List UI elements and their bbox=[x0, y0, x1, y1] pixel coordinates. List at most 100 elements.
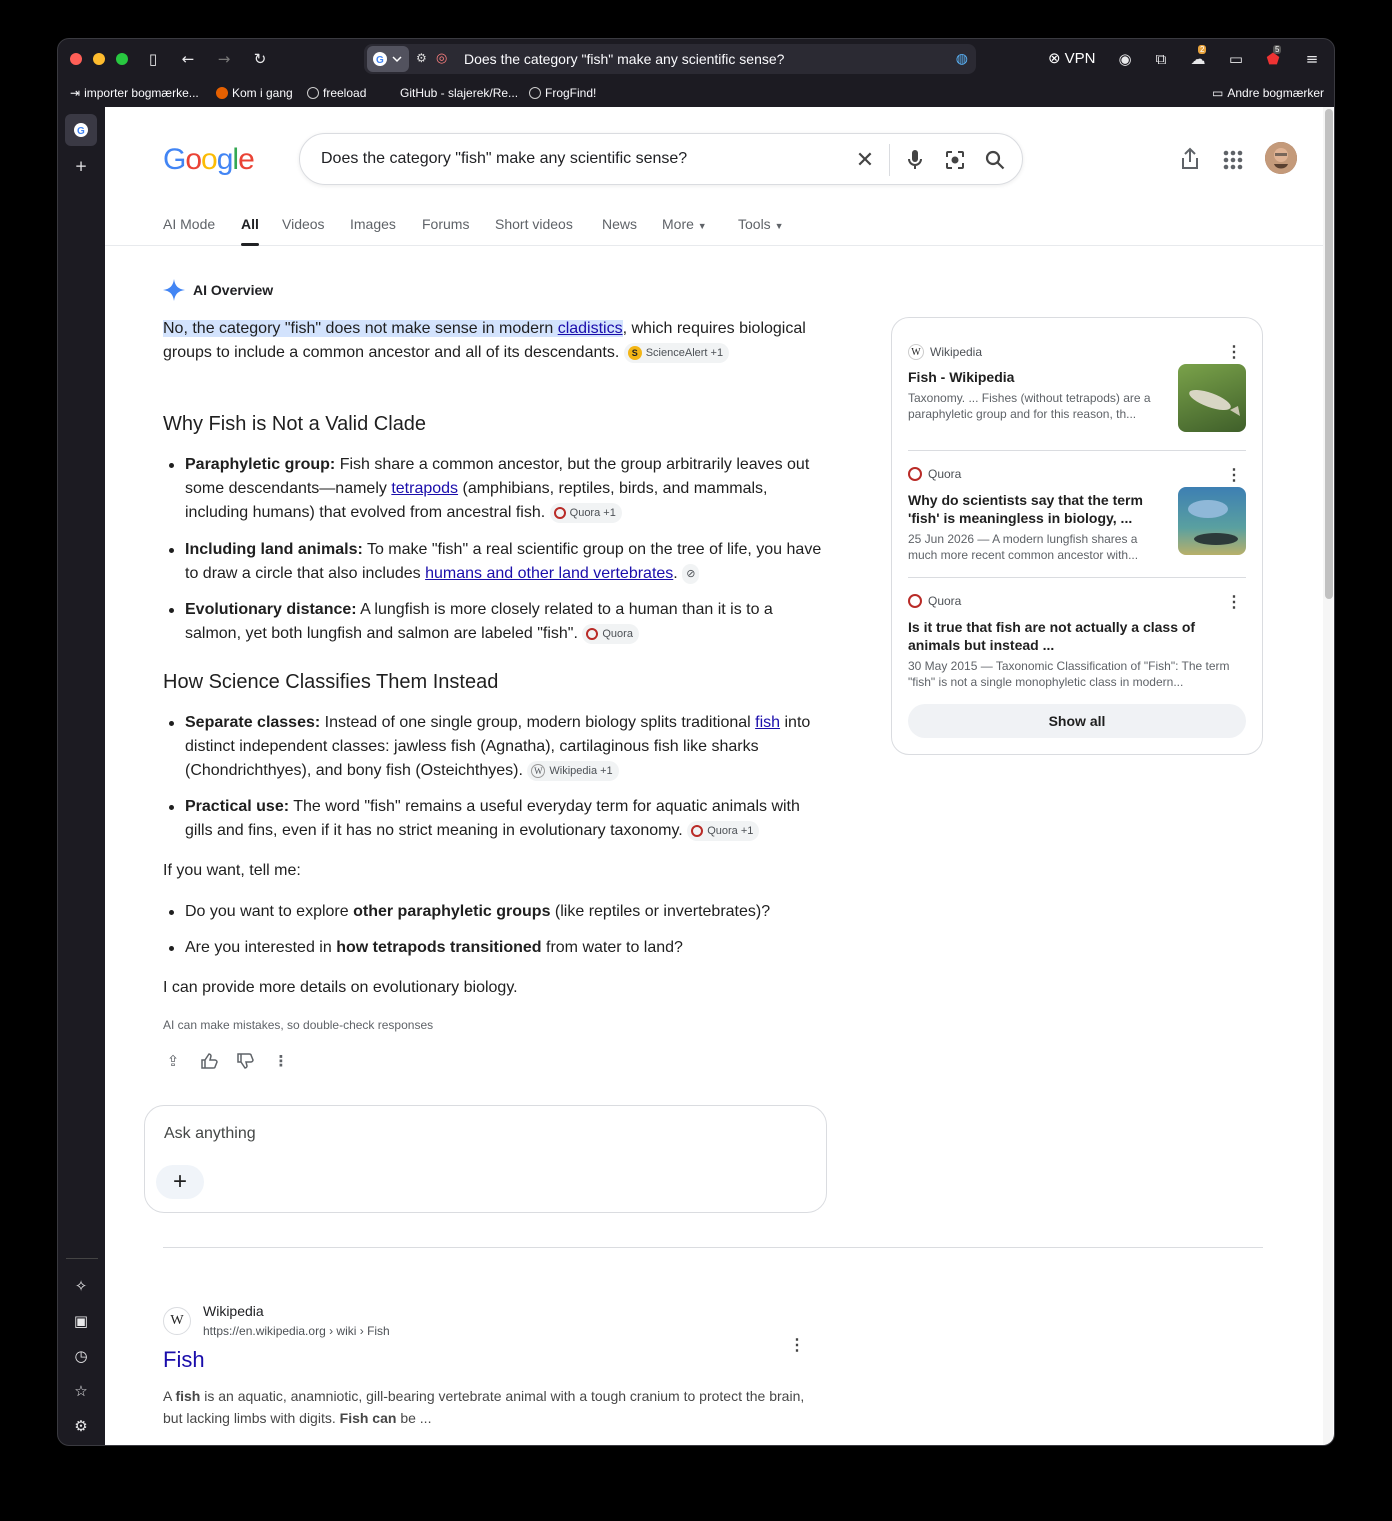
list-item: Including land animals: To make "fish" a… bbox=[169, 538, 825, 586]
extensions-icon[interactable]: ⧉ bbox=[1151, 49, 1171, 69]
land-vertebrates-link[interactable]: humans and other land vertebrates bbox=[425, 565, 673, 582]
menu-icon[interactable]: ≡ bbox=[1302, 49, 1322, 69]
wikipedia-icon: W bbox=[908, 344, 924, 360]
browser-sidebar: G + ✧ ▣ ◷ ☆ ⚙ bbox=[58, 107, 105, 1445]
source-title[interactable]: Why do scientists say that the term 'fis… bbox=[908, 491, 1163, 527]
translate-icon[interactable]: ◍ bbox=[956, 50, 968, 67]
vpn-button[interactable]: ⊗ VPN bbox=[1048, 49, 1095, 68]
tab-images[interactable]: Images bbox=[350, 216, 396, 232]
link-chip[interactable]: ⊘ bbox=[682, 563, 700, 584]
tab-forums[interactable]: Forums bbox=[422, 216, 469, 232]
disclaimer: AI can make mistakes, so double-check re… bbox=[163, 1018, 434, 1032]
search-query[interactable]: Does the category "fish" make any scient… bbox=[321, 150, 687, 168]
avatar[interactable] bbox=[1265, 142, 1297, 174]
list-item: Paraphyletic group: Fish share a common … bbox=[169, 453, 825, 525]
back-icon[interactable]: ← bbox=[178, 49, 198, 69]
quora-icon bbox=[691, 824, 704, 837]
source-chip[interactable]: Quora +1 bbox=[687, 820, 760, 841]
source-snippet: 30 May 2015 — Taxonomic Classification o… bbox=[908, 659, 1230, 689]
scrollbar-thumb[interactable] bbox=[1325, 109, 1333, 599]
vpn-off-icon: ⊗ bbox=[1048, 50, 1061, 67]
tab-all[interactable]: All bbox=[241, 216, 259, 246]
bookmark-item[interactable]: ⇥ importer bogmærke... bbox=[70, 86, 199, 100]
close-window-button[interactable] bbox=[70, 53, 82, 65]
tab-more[interactable]: More ▼ bbox=[662, 216, 707, 232]
source-title[interactable]: Is it true that fish are not actually a … bbox=[908, 618, 1228, 654]
more-options-icon[interactable]: ⋮ bbox=[1226, 465, 1242, 485]
fish-link[interactable]: fish bbox=[755, 714, 780, 731]
account-icon[interactable]: ◉ bbox=[1115, 49, 1135, 69]
google-tab-icon[interactable]: G bbox=[65, 114, 97, 146]
share-icon[interactable]: ⇪ bbox=[163, 1051, 183, 1071]
address-bar[interactable]: G ⚙ ◎ Does the category "fish" make any … bbox=[364, 44, 976, 74]
bookmark-item[interactable]: GitHub - slajerek/Re... bbox=[400, 86, 518, 100]
bookmark-item[interactable]: FrogFind! bbox=[529, 86, 596, 100]
reload-icon[interactable]: ↻ bbox=[250, 49, 270, 69]
result-site[interactable]: Wikipedia bbox=[203, 1303, 264, 1319]
google-logo[interactable]: Google bbox=[163, 143, 255, 177]
tab-news[interactable]: News bbox=[602, 216, 637, 232]
settings-icon[interactable]: ⚙ bbox=[70, 1415, 92, 1437]
sciencealert-icon: S bbox=[627, 345, 642, 360]
title-bar: ▯ ← → ↻ G ⚙ ◎ Does the category "fish" m… bbox=[58, 39, 1334, 79]
minimize-window-button[interactable] bbox=[93, 53, 105, 65]
tab-tools[interactable]: Tools ▼ bbox=[738, 216, 784, 232]
clear-icon[interactable]: ✕ bbox=[853, 147, 877, 172]
ai-sparkle-icon[interactable]: ✧ bbox=[70, 1275, 92, 1297]
site-info-button[interactable]: G bbox=[367, 46, 409, 72]
tab-short-videos[interactable]: Short videos bbox=[495, 216, 573, 232]
source-card[interactable]: Quora ⋮ Why do scientists say that the t… bbox=[908, 467, 1246, 567]
divider bbox=[908, 577, 1246, 578]
source-title[interactable]: Fish - Wikipedia bbox=[908, 368, 1158, 386]
bookmarks-icon[interactable]: ☆ bbox=[70, 1380, 92, 1402]
source-chip[interactable]: S ScienceAlert +1 bbox=[623, 342, 730, 363]
more-options-icon[interactable]: ⋮ bbox=[1226, 342, 1242, 362]
bookmark-item[interactable]: freeload bbox=[307, 86, 366, 100]
tab-videos[interactable]: Videos bbox=[282, 216, 325, 232]
cladistics-link[interactable]: cladistics bbox=[558, 320, 623, 337]
result-title[interactable]: Fish bbox=[163, 1347, 205, 1373]
add-button[interactable]: + bbox=[156, 1165, 204, 1199]
lens-camera-icon[interactable] bbox=[943, 148, 967, 172]
svg-text:G: G bbox=[77, 126, 85, 137]
other-bookmarks[interactable]: ▭ Andre bogmærker bbox=[1212, 86, 1324, 100]
forward-icon[interactable]: → bbox=[214, 49, 234, 69]
source-snippet: 25 Jun 2026 — A modern lungfish shares a… bbox=[908, 532, 1139, 562]
thumbs-down-icon[interactable] bbox=[235, 1051, 255, 1071]
source-chip[interactable]: Quora +1 bbox=[549, 502, 622, 523]
location-icon[interactable]: ◎ bbox=[436, 50, 447, 66]
source-chip[interactable]: Quora bbox=[582, 623, 639, 644]
zoom-window-button[interactable] bbox=[116, 53, 128, 65]
list-item: Evolutionary distance: A lungfish is mor… bbox=[169, 598, 825, 646]
source-card[interactable]: Quora ⋮ Is it true that fish are not act… bbox=[908, 594, 1246, 694]
search-icon[interactable] bbox=[983, 148, 1007, 172]
source-card[interactable]: W Wikipedia ⋮ Fish - Wikipedia Taxonomy. … bbox=[908, 344, 1246, 444]
share-icon[interactable] bbox=[1179, 147, 1201, 171]
ask-box[interactable]: Ask anything + bbox=[144, 1105, 827, 1213]
url-text[interactable]: Does the category "fish" make any scient… bbox=[464, 51, 784, 67]
show-all-button[interactable]: Show all bbox=[908, 704, 1246, 738]
more-options-icon[interactable]: ⋮ bbox=[271, 1051, 291, 1071]
history-icon[interactable]: ◷ bbox=[70, 1345, 92, 1367]
apps-grid-icon[interactable] bbox=[1222, 149, 1244, 171]
source-chip[interactable]: W Wikipedia +1 bbox=[527, 760, 619, 781]
sidebar-toggle-icon[interactable]: ▯ bbox=[143, 49, 163, 69]
globe-icon bbox=[529, 87, 541, 99]
more-options-icon[interactable]: ⋮ bbox=[789, 1335, 805, 1355]
microphone-icon[interactable] bbox=[903, 148, 927, 172]
ask-input[interactable]: Ask anything bbox=[164, 1125, 256, 1143]
result-url[interactable]: https://en.wikipedia.org › wiki › Fish bbox=[203, 1324, 390, 1338]
scrollbar[interactable] bbox=[1323, 107, 1333, 1445]
reader-view-icon[interactable]: ▭ bbox=[1226, 49, 1246, 69]
search-box[interactable]: Does the category "fish" make any scient… bbox=[299, 133, 1023, 185]
more-options-icon[interactable]: ⋮ bbox=[1226, 592, 1242, 612]
fish-thumbnail[interactable] bbox=[1178, 364, 1246, 432]
tetrapods-link[interactable]: tetrapods bbox=[391, 480, 458, 497]
new-tab-icon[interactable]: + bbox=[70, 155, 92, 177]
lungfish-thumbnail[interactable] bbox=[1178, 487, 1246, 555]
tabs-icon[interactable]: ▣ bbox=[70, 1310, 92, 1332]
tab-ai-mode[interactable]: AI Mode bbox=[163, 216, 215, 232]
permissions-icon[interactable]: ⚙ bbox=[416, 51, 427, 65]
thumbs-up-icon[interactable] bbox=[199, 1051, 219, 1071]
bookmark-item[interactable]: Kom i gang bbox=[216, 86, 293, 100]
